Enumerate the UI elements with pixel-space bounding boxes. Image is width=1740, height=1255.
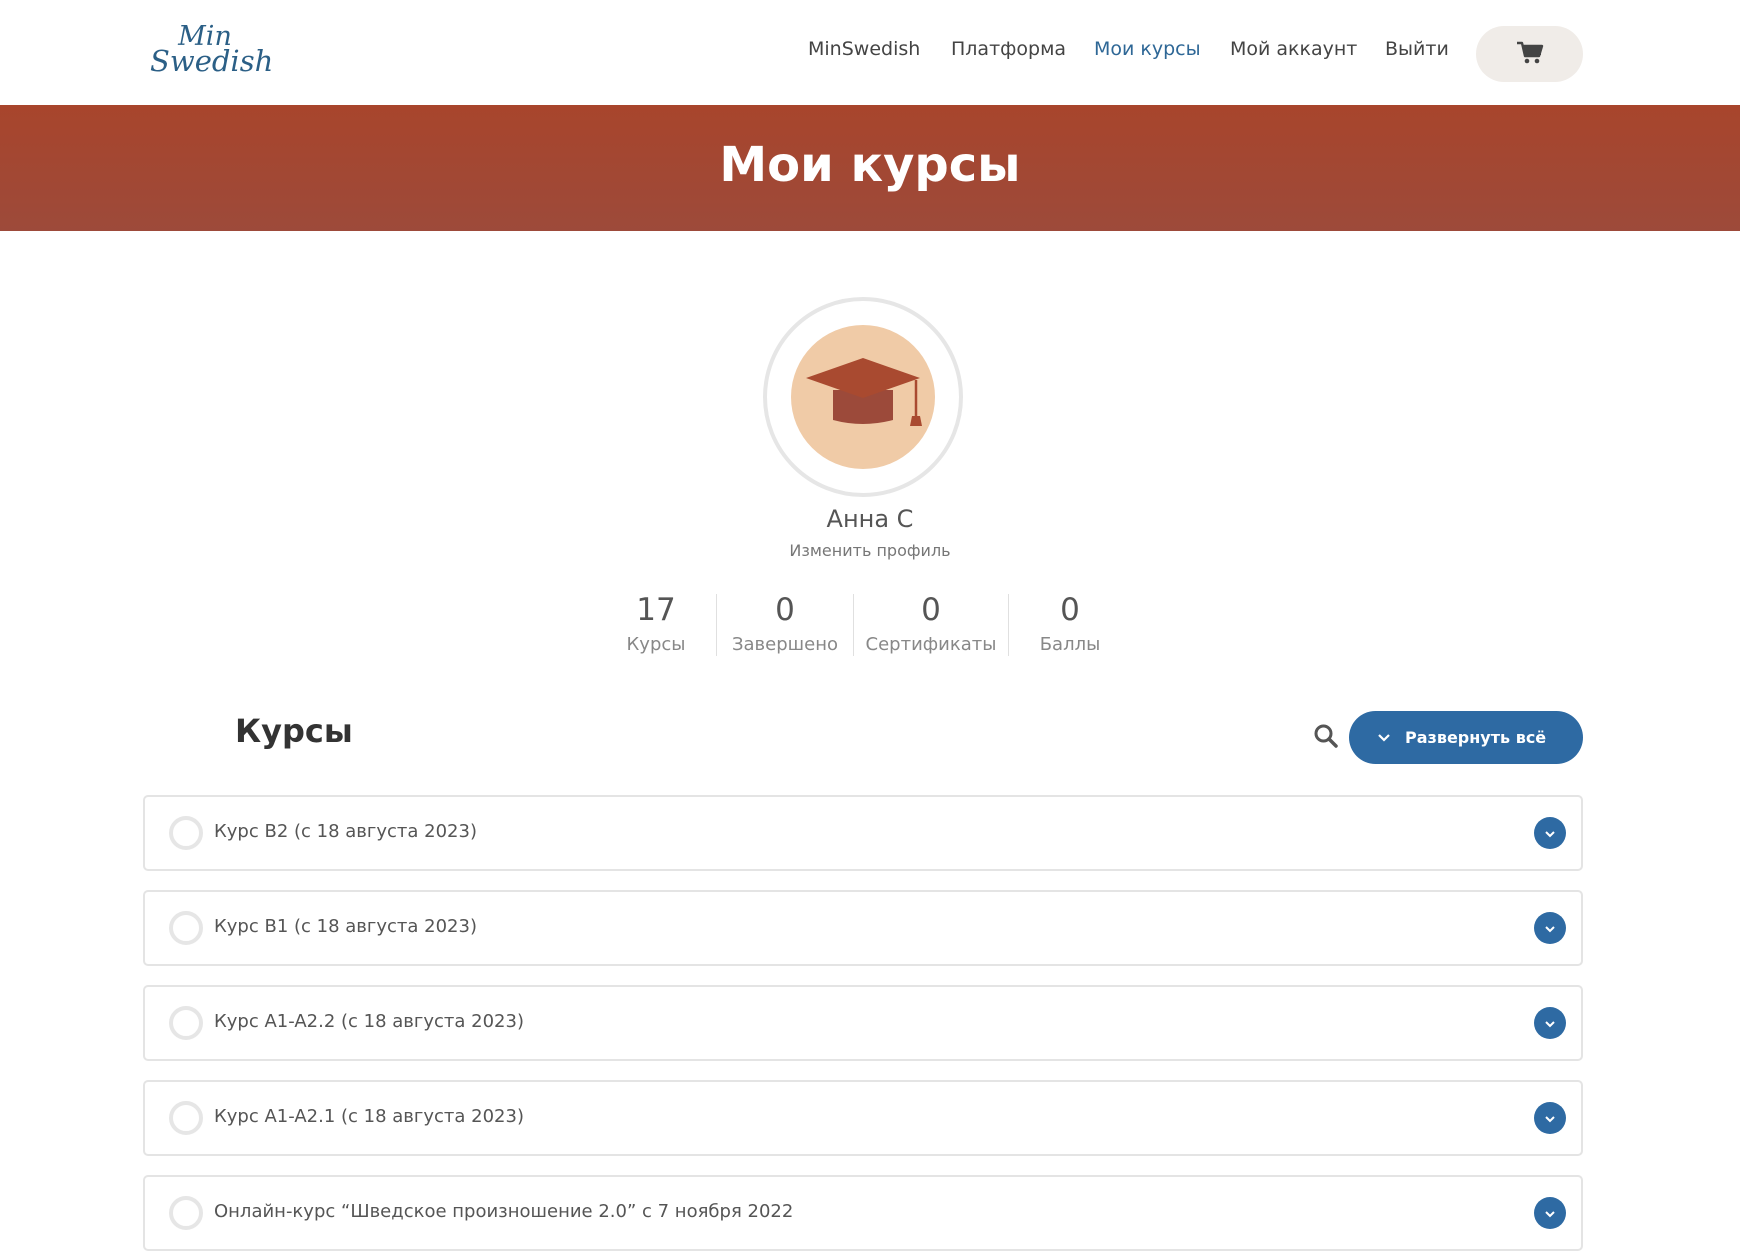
chevron-down-icon (1544, 921, 1556, 936)
nav-item-platform[interactable]: Платформа (951, 38, 1066, 60)
progress-circle-icon (169, 1196, 203, 1230)
stat-divider (853, 594, 854, 656)
avatar (763, 297, 963, 497)
stats-bar: 17 Курсы 0 Завершено 0 Сертификаты 0 Бал… (0, 590, 1740, 665)
expand-course-button[interactable] (1534, 1007, 1566, 1039)
cart-button[interactable] (1476, 26, 1583, 82)
progress-circle-icon (169, 1006, 203, 1040)
stat-courses: 17 Курсы (626, 592, 686, 655)
expand-all-button[interactable]: Развернуть всё (1349, 711, 1583, 764)
courses-heading: Курсы (235, 712, 353, 750)
chevron-down-icon (1377, 733, 1391, 743)
nav-item-my-account[interactable]: Мой аккаунт (1230, 38, 1357, 60)
search-button[interactable] (1308, 719, 1344, 755)
progress-circle-icon (169, 1101, 203, 1135)
nav-item-logout[interactable]: Выйти (1385, 38, 1449, 60)
nav-item-minswedish[interactable]: MinSwedish (808, 38, 920, 60)
expand-course-button[interactable] (1534, 1197, 1566, 1229)
stat-certificates: 0 Сертификаты (865, 592, 997, 655)
course-title: Курс B2 (с 18 августа 2023) (214, 821, 477, 842)
course-item[interactable]: Курс B2 (с 18 августа 2023) (143, 795, 1583, 871)
expand-course-button[interactable] (1534, 817, 1566, 849)
chevron-down-icon (1544, 826, 1556, 841)
nav-item-my-courses[interactable]: Мои курсы (1094, 38, 1201, 60)
page-banner: Мои курсы (0, 105, 1740, 231)
chevron-down-icon (1544, 1206, 1556, 1221)
stat-points: 0 Баллы (1039, 592, 1101, 655)
graduation-cap-icon (798, 350, 928, 444)
user-name: Анна С (826, 505, 914, 533)
site-header: Min Swedish MinSwedish Платформа Мои кур… (0, 0, 1740, 105)
stat-divider (1008, 594, 1009, 656)
course-item[interactable]: Курс B1 (с 18 августа 2023) (143, 890, 1583, 966)
page-title: Мои курсы (719, 137, 1021, 193)
shopping-cart-icon (1516, 41, 1544, 68)
course-title: Онлайн-курс “Шведское произношение 2.0” … (214, 1201, 794, 1222)
course-list: Курс B2 (с 18 августа 2023) Курс B1 (с 1… (143, 795, 1583, 1255)
course-title: Курс B1 (с 18 августа 2023) (214, 916, 477, 937)
chevron-down-icon (1544, 1016, 1556, 1031)
course-item[interactable]: Онлайн-курс “Шведское произношение 2.0” … (143, 1175, 1583, 1251)
expand-course-button[interactable] (1534, 1102, 1566, 1134)
course-title: Курс A1-A2.2 (с 18 августа 2023) (214, 1011, 524, 1032)
course-item[interactable]: Курс A1-A2.2 (с 18 августа 2023) (143, 985, 1583, 1061)
avatar-image (791, 325, 935, 469)
progress-circle-icon (169, 816, 203, 850)
stat-completed: 0 Завершено (731, 592, 838, 655)
expand-course-button[interactable] (1534, 912, 1566, 944)
search-icon (1313, 723, 1339, 752)
stat-divider (716, 594, 717, 656)
chevron-down-icon (1544, 1111, 1556, 1126)
course-title: Курс A1-A2.1 (с 18 августа 2023) (214, 1106, 524, 1127)
progress-circle-icon (169, 911, 203, 945)
course-item[interactable]: Курс A1-A2.1 (с 18 августа 2023) (143, 1080, 1583, 1156)
edit-profile-link[interactable]: Изменить профиль (0, 541, 1740, 560)
